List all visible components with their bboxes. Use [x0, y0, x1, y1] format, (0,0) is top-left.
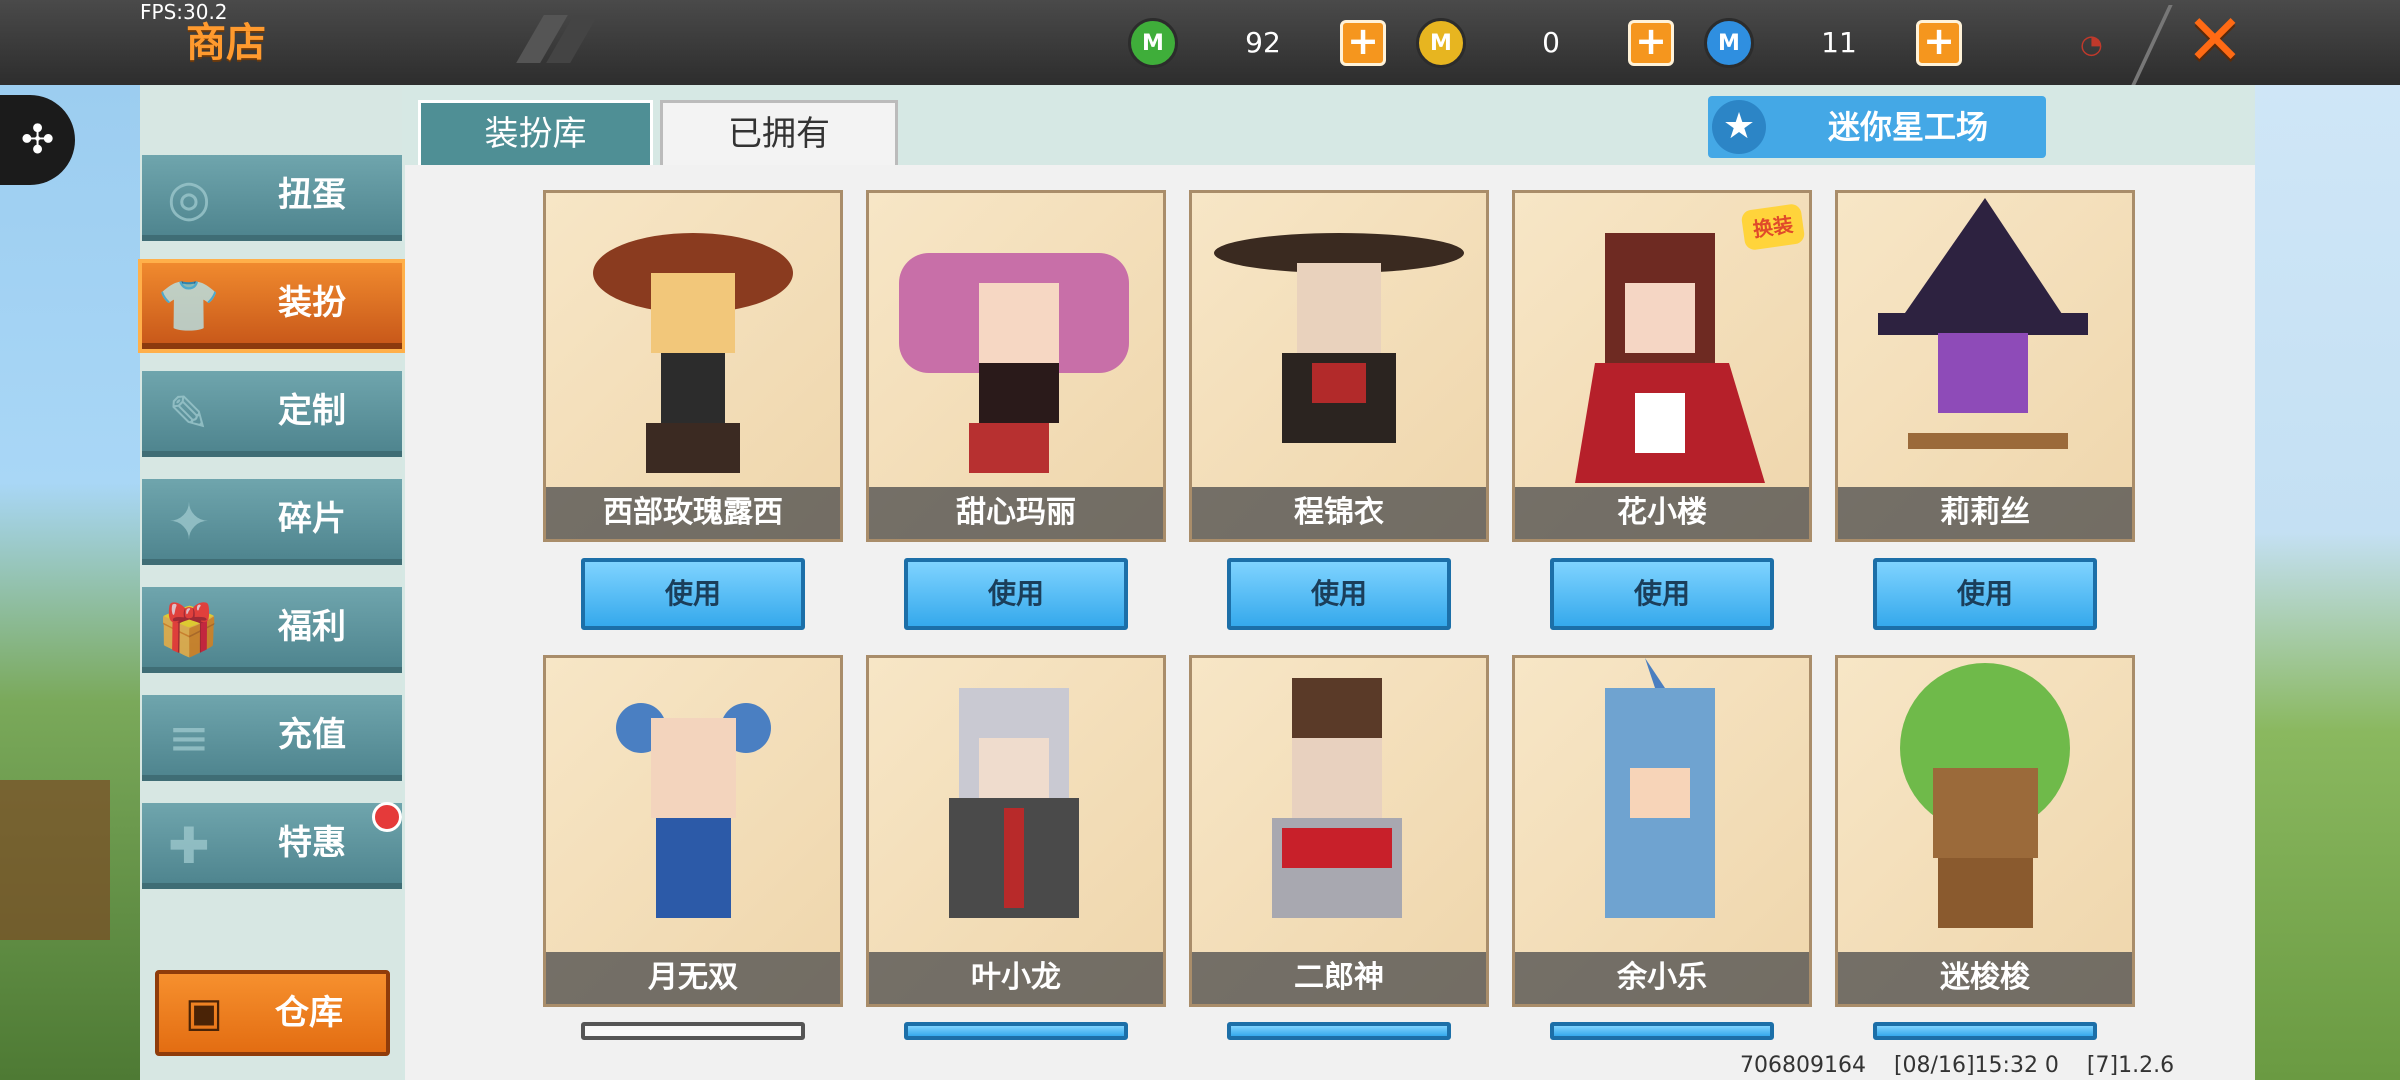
- sidebar-item-label: 装扮: [278, 283, 346, 323]
- currency-green-value: 92: [1245, 26, 1281, 59]
- costume-tag: 换装: [1740, 203, 1806, 251]
- costume-card[interactable]: 叶小龙: [866, 655, 1166, 1007]
- currency-gold-value: 0: [1542, 26, 1560, 59]
- sidebar-item-label: 定制: [278, 391, 346, 431]
- sidebar-item-label: 特惠: [278, 823, 346, 863]
- offer-icon: ✚: [168, 817, 210, 875]
- timestamp: [08/16]15:32 0: [1893, 1053, 2059, 1078]
- character-art: [1214, 233, 1464, 443]
- pencil-icon: ✎: [168, 385, 210, 443]
- divider: [2131, 5, 2173, 85]
- close-button[interactable]: ✕: [2185, 0, 2245, 80]
- user-id: 706809164: [1740, 1053, 1866, 1078]
- coins-icon: ≡: [168, 709, 210, 767]
- sidebar-item-label: 碎片: [278, 499, 346, 539]
- tab-owned[interactable]: 已拥有: [660, 100, 898, 168]
- use-button[interactable]: 使用: [1550, 558, 1774, 630]
- use-button-partial[interactable]: [581, 1022, 805, 1040]
- mini-workshop-label: 迷你星工场: [1827, 108, 1988, 146]
- sidebar-item-special-offer[interactable]: ✚ 特惠: [142, 803, 402, 889]
- use-button[interactable]: 使用: [581, 558, 805, 630]
- costume-card[interactable]: 二郎神: [1189, 655, 1489, 1007]
- page-title: 商店: [186, 20, 266, 66]
- green-mini-coin-icon: M: [1128, 18, 1178, 68]
- costume-card[interactable]: 甜心玛丽: [866, 190, 1166, 542]
- add-green-currency-button[interactable]: +: [1340, 20, 1386, 66]
- use-button-partial[interactable]: [1550, 1022, 1774, 1040]
- costume-name: 迷梭梭: [1838, 952, 2132, 1004]
- use-button-partial[interactable]: [1873, 1022, 2097, 1040]
- character-art: [1605, 658, 1715, 918]
- character-art: [616, 703, 771, 918]
- background-block: [0, 780, 110, 940]
- currency-blue-value: 11: [1821, 26, 1857, 59]
- warehouse-button[interactable]: ▣ 仓库: [155, 970, 390, 1056]
- sidebar-item-welfare[interactable]: 🎁 福利: [142, 587, 402, 673]
- costume-card[interactable]: 迷梭梭: [1835, 655, 2135, 1007]
- costume-name: 西部玫瑰露西: [546, 487, 840, 539]
- costume-name: 余小乐: [1515, 952, 1809, 1004]
- add-gold-currency-button[interactable]: +: [1628, 20, 1674, 66]
- sidebar-item-fragments[interactable]: ✦ 碎片: [142, 479, 402, 565]
- sidebar-item-customize[interactable]: ✎ 定制: [142, 371, 402, 457]
- character-art: [1272, 678, 1402, 918]
- costume-card[interactable]: 程锦衣: [1189, 190, 1489, 542]
- top-bar: FPS:30.2 商店 M 92 + M 0 + M 11 + ◔ ✕: [0, 0, 2400, 85]
- character-art: [1900, 663, 2070, 928]
- sidebar-item-label: 扭蛋: [278, 175, 346, 215]
- costume-name: 叶小龙: [869, 952, 1163, 1004]
- use-button[interactable]: 使用: [904, 558, 1128, 630]
- version: [7]1.2.6: [2086, 1053, 2175, 1078]
- use-button[interactable]: 使用: [1873, 558, 2097, 630]
- costume-name: 花小楼: [1515, 487, 1809, 539]
- use-button-partial[interactable]: [904, 1022, 1128, 1040]
- use-button[interactable]: 使用: [1227, 558, 1451, 630]
- sidebar-item-recharge[interactable]: ≡ 充值: [142, 695, 402, 781]
- add-blue-currency-button[interactable]: +: [1916, 20, 1962, 66]
- costume-name: 月无双: [546, 952, 840, 1004]
- mini-workshop-button[interactable]: ★ 迷你星工场: [1708, 96, 2046, 158]
- sidebar-item-label: 充值: [278, 715, 346, 755]
- sidebar-item-costume[interactable]: 👕 装扮: [138, 259, 406, 353]
- costume-card[interactable]: 西部玫瑰露西: [543, 190, 843, 542]
- costume-name: 莉莉丝: [1838, 487, 2132, 539]
- gift-icon: 🎁: [157, 601, 221, 659]
- chest-icon: ▣: [185, 990, 223, 1036]
- notification-dot: [372, 802, 402, 832]
- costume-card[interactable]: 月无双: [543, 655, 843, 1007]
- warehouse-label: 仓库: [275, 993, 343, 1033]
- gacha-icon: ◎: [167, 169, 211, 227]
- tab-costume-library[interactable]: 装扮库: [418, 100, 653, 168]
- costume-name: 甜心玛丽: [869, 487, 1163, 539]
- shirt-icon: 👕: [157, 277, 221, 335]
- costume-card[interactable]: 换装 花小楼: [1512, 190, 1812, 542]
- costume-card[interactable]: 莉莉丝: [1835, 190, 2135, 542]
- costume-card[interactable]: 余小乐: [1512, 655, 1812, 1007]
- use-button-partial[interactable]: [1227, 1022, 1451, 1040]
- character-art: [1878, 198, 2088, 449]
- gold-mini-coin-icon: M: [1416, 18, 1466, 68]
- status-footer: 706809164 [08/16]15:32 0 [7]1.2.6: [1740, 1053, 2174, 1078]
- blue-mini-coin-icon: M: [1704, 18, 1754, 68]
- costume-name: 二郎神: [1192, 952, 1486, 1004]
- character-art: [899, 253, 1129, 473]
- background-scenery-right: [2255, 85, 2400, 1080]
- costume-name: 程锦衣: [1192, 487, 1486, 539]
- star-icon: ★: [1712, 100, 1766, 154]
- signal-icon: ◔: [2080, 30, 2103, 60]
- character-art: [949, 688, 1079, 918]
- fragment-icon: ✦: [168, 493, 210, 551]
- sidebar-item-label: 福利: [278, 607, 346, 647]
- character-art: [593, 233, 793, 473]
- sidebar-item-gacha[interactable]: ◎ 扭蛋: [142, 155, 402, 241]
